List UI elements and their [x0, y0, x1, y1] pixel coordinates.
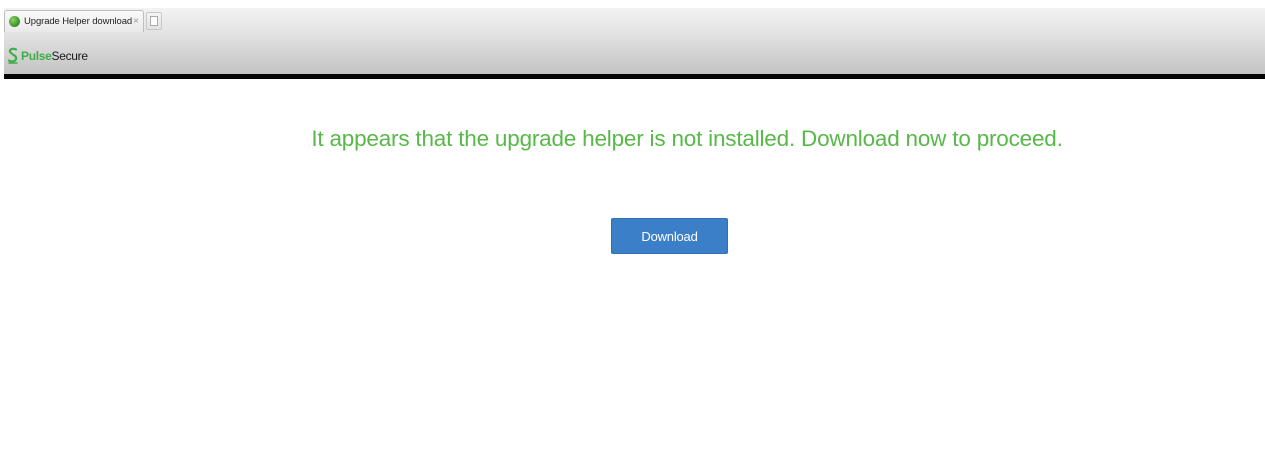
tab-title: Upgrade Helper download — [24, 16, 133, 27]
browser-chrome: Upgrade Helper download × Pulse Secure — [4, 8, 1265, 76]
top-margin — [0, 0, 1265, 8]
page-content: It appears that the upgrade helper is no… — [4, 79, 1265, 459]
tab-strip: Upgrade Helper download × — [4, 8, 1265, 32]
tab-upgrade-helper-download[interactable]: Upgrade Helper download × — [4, 10, 144, 32]
brand-name-pulse: Pulse — [21, 49, 52, 63]
brand-header: Pulse Secure — [7, 45, 88, 67]
install-message: It appears that the upgrade helper is no… — [311, 126, 1063, 151]
close-tab-icon[interactable]: × — [133, 16, 139, 27]
pulse-secure-logo-icon — [7, 47, 19, 65]
new-tab-button[interactable] — [146, 12, 162, 30]
browser-window: Upgrade Helper download × Pulse Secure I… — [0, 0, 1265, 459]
download-button[interactable]: Download — [611, 218, 728, 254]
globe-favicon-icon — [9, 16, 20, 27]
brand-name-secure: Secure — [51, 49, 89, 63]
new-tab-icon — [150, 16, 158, 26]
